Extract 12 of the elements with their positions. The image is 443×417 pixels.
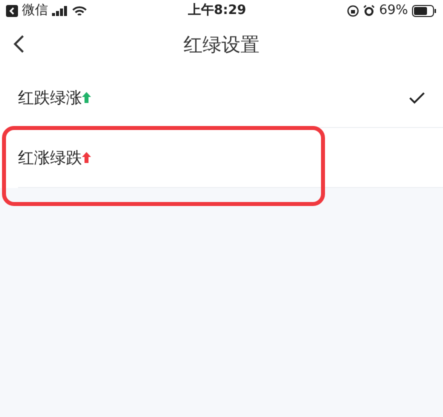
back-app-link[interactable]: 微信 (22, 1, 48, 21)
back-icon (6, 5, 18, 17)
wifi-icon (72, 6, 87, 16)
battery-icon (412, 5, 437, 17)
alarm-icon (363, 5, 376, 17)
signal-icon (52, 6, 68, 16)
battery-percent: 69% (379, 2, 408, 20)
page-title: 红绿设置 (184, 32, 260, 58)
option-label[interactable]: 红跌绿涨 (18, 86, 82, 110)
status-time: 上午8:29 (188, 2, 246, 20)
rotation-lock-icon (347, 5, 360, 17)
option-label[interactable]: 红涨绿跌 (18, 146, 82, 170)
